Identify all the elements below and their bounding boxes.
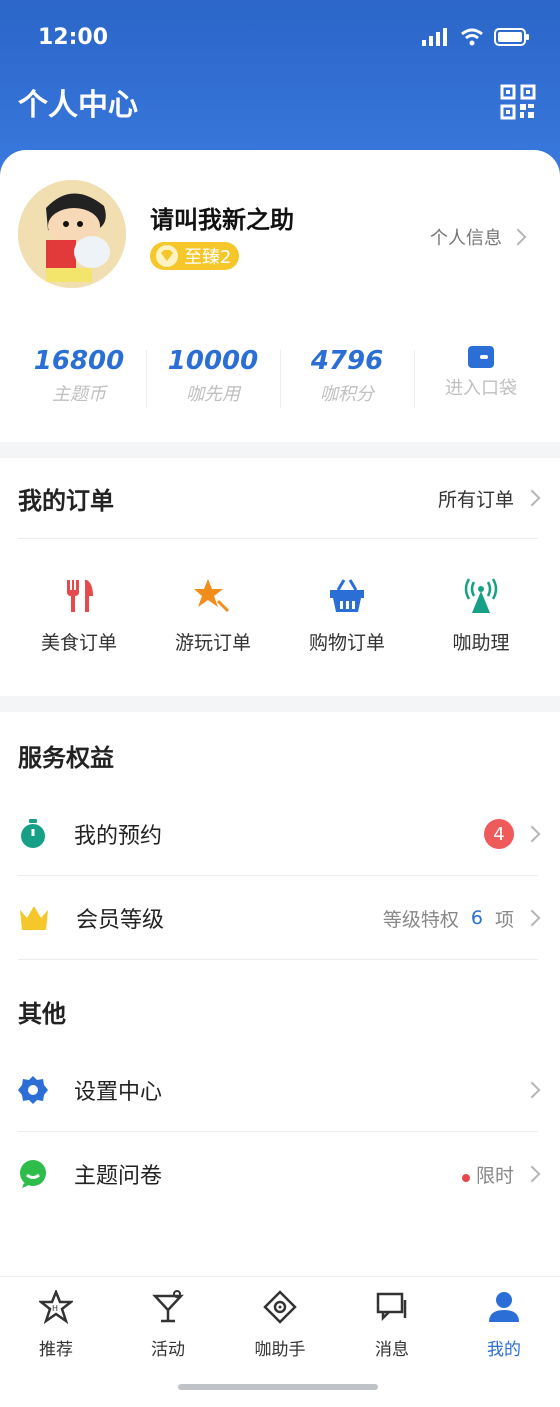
status-bar: 12:00 xyxy=(38,22,530,52)
crown-icon xyxy=(20,906,48,930)
chevron-right-icon xyxy=(523,489,541,507)
qr-code-icon[interactable] xyxy=(500,84,536,120)
order-assistant[interactable]: 咖助理 xyxy=(414,576,548,655)
orders-header: 我的订单 所有订单 xyxy=(18,458,541,538)
stat-label: 咖先用 xyxy=(186,384,240,405)
divider xyxy=(18,959,538,960)
row-label: 会员等级 xyxy=(76,908,165,933)
stat-prepaid[interactable]: 10000 咖先用 xyxy=(146,346,280,416)
basket-icon xyxy=(330,579,364,612)
level-privilege-prefix: 等级特权 xyxy=(382,908,459,931)
tab-label: 推荐 xyxy=(39,1340,73,1360)
red-dot-icon xyxy=(461,1173,470,1182)
tab-mine[interactable]: 我的 xyxy=(448,1289,560,1360)
wallet-label: 进入口袋 xyxy=(445,378,517,399)
order-label: 购物订单 xyxy=(308,632,385,654)
profile-card: 请叫我新之助 至臻2 个人信息 16800 主题币 10000 咖先用 4796… xyxy=(0,150,560,442)
stat-value: 10000 xyxy=(167,346,259,376)
all-orders-link[interactable]: 所有订单 xyxy=(437,485,541,512)
chevron-right-icon xyxy=(523,825,541,843)
stopwatch-icon xyxy=(21,819,45,848)
wallet-entry[interactable]: 进入口袋 xyxy=(414,346,548,416)
signal-icon xyxy=(422,28,447,46)
tab-recommend[interactable]: H 推荐 xyxy=(0,1289,112,1360)
battery-icon xyxy=(494,28,529,46)
stat-coins[interactable]: 16800 主题币 xyxy=(12,346,146,416)
stat-value: 4796 xyxy=(310,346,384,376)
order-label: 美食订单 xyxy=(40,632,117,654)
page-title: 个人中心 xyxy=(18,88,138,123)
avatar[interactable] xyxy=(18,180,126,288)
stats-row: 16800 主题币 10000 咖先用 4796 咖积分 进入口袋 xyxy=(12,346,548,416)
limited-tag: 限时 xyxy=(461,1161,514,1188)
chevron-right-icon xyxy=(523,1081,541,1099)
tab-activity[interactable]: 活动 xyxy=(112,1289,224,1360)
others-title: 其他 xyxy=(18,1000,66,1028)
services-section: 服务权益 我的预约 4 会员等级 等级特权 6 项 其他 设置中心 主题问卷 限… xyxy=(0,712,560,1276)
home-indicator xyxy=(178,1384,378,1390)
order-shopping[interactable]: 购物订单 xyxy=(280,576,414,655)
orders-title: 我的订单 xyxy=(18,486,114,515)
member-badge: 至臻2 xyxy=(150,242,240,270)
row-my-reservations[interactable]: 我的预约 4 xyxy=(18,792,541,876)
chevron-right-icon xyxy=(523,909,541,927)
divider xyxy=(18,538,538,539)
message-icon xyxy=(376,1292,407,1322)
wallet-icon xyxy=(468,346,494,368)
chat-bubble-icon xyxy=(20,1160,46,1188)
stat-label: 咖积分 xyxy=(320,384,374,405)
order-play[interactable]: 游玩订单 xyxy=(146,576,280,655)
row-settings[interactable]: 设置中心 xyxy=(18,1048,541,1132)
order-items: 美食订单 游玩订单 购物订单 咖助理 xyxy=(12,576,548,655)
status-time: 12:00 xyxy=(38,24,109,50)
tab-label: 我的 xyxy=(487,1340,521,1360)
privilege-suffix: 项 xyxy=(494,908,514,931)
order-food[interactable]: 美食订单 xyxy=(12,576,146,655)
status-icons xyxy=(422,28,530,46)
row-theme-survey[interactable]: 主题问卷 限时 xyxy=(18,1132,541,1216)
services-title: 服务权益 xyxy=(18,744,114,772)
user-icon xyxy=(489,1292,519,1322)
cocktail-icon xyxy=(152,1290,184,1323)
orders-section: 我的订单 所有订单 美食订单 游玩订单 购物订单 咖助理 xyxy=(0,458,560,696)
count-badge: 4 xyxy=(484,819,514,849)
stat-label: 主题币 xyxy=(52,384,106,405)
diamond-icon xyxy=(156,245,178,267)
row-label: 设置中心 xyxy=(74,1080,163,1105)
star-wand-icon xyxy=(194,579,230,613)
tab-assistant[interactable]: 咖助手 xyxy=(224,1289,336,1360)
username: 请叫我新之助 xyxy=(150,206,294,234)
gear-icon xyxy=(18,1076,48,1104)
tab-label: 活动 xyxy=(151,1340,185,1360)
row-member-level[interactable]: 会员等级 等级特权 6 项 xyxy=(18,876,541,960)
signal-tower-icon xyxy=(464,578,498,613)
svg-text:H: H xyxy=(52,1304,58,1313)
tab-label: 咖助手 xyxy=(254,1340,306,1360)
wifi-icon xyxy=(461,28,483,46)
row-label: 我的预约 xyxy=(74,824,163,849)
limited-tag-label: 限时 xyxy=(475,1164,514,1187)
profile-info-label: 个人信息 xyxy=(430,228,502,249)
stat-value: 16800 xyxy=(33,346,125,376)
tab-messages[interactable]: 消息 xyxy=(336,1289,448,1360)
profile-info-link[interactable]: 个人信息 xyxy=(430,224,527,250)
tab-label: 消息 xyxy=(375,1340,409,1360)
compass-icon xyxy=(263,1290,297,1324)
chevron-right-icon xyxy=(523,1165,541,1183)
stat-points[interactable]: 4796 咖积分 xyxy=(280,346,414,416)
row-label: 主题问卷 xyxy=(74,1164,163,1189)
order-label: 咖助理 xyxy=(452,632,510,654)
star-h-icon: H xyxy=(39,1290,73,1324)
fork-knife-icon xyxy=(67,580,93,612)
privilege-count: 6 xyxy=(470,907,483,929)
avatar-illustration xyxy=(18,180,126,288)
member-badge-label: 至臻2 xyxy=(184,247,232,268)
all-orders-label: 所有订单 xyxy=(437,488,514,511)
order-label: 游玩订单 xyxy=(174,632,251,654)
chevron-right-icon xyxy=(509,228,527,246)
